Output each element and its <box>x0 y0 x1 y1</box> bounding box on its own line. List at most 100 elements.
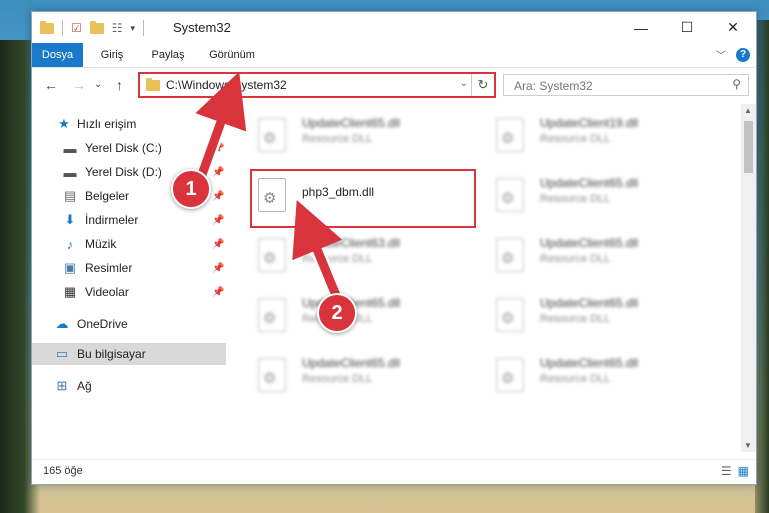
back-button[interactable]: ← <box>44 77 58 93</box>
scroll-up-icon[interactable]: ▲ <box>744 106 752 115</box>
details-view-icon[interactable]: ☰ <box>721 464 732 478</box>
folder-icon <box>146 78 160 91</box>
properties-check-icon[interactable]: ☑ <box>71 21 82 35</box>
ribbon-tabs: Dosya Giriş Paylaş Görünüm ﹀ ? <box>32 43 756 68</box>
drive-icon: ▬ <box>63 140 77 156</box>
help-icon[interactable]: ? <box>736 47 750 62</box>
minimize-button[interactable]: — <box>618 12 664 43</box>
new-folder-icon[interactable] <box>89 20 104 34</box>
maximize-button[interactable]: ☐ <box>664 12 710 43</box>
file-item[interactable]: UpdateClient63.dll Resource DLL <box>252 232 452 278</box>
sidebar-item-music[interactable]: ♪ Müzik 📌 <box>32 233 226 255</box>
dll-file-icon <box>496 238 524 272</box>
pin-icon[interactable]: 📌 <box>212 239 224 250</box>
sidebar-item-label: İndirmeler <box>85 213 139 227</box>
vertical-scrollbar[interactable]: ▲ ▼ <box>741 104 756 452</box>
file-type: Resource DLL <box>540 253 611 265</box>
pin-icon[interactable]: 📌 <box>212 143 224 154</box>
sidebar-item-videos[interactable]: ▦ Videolar 📌 <box>32 281 226 303</box>
pin-icon[interactable]: 📌 <box>212 215 224 226</box>
close-button[interactable]: ✕ <box>710 12 756 43</box>
highlight-box-file <box>250 169 476 228</box>
dll-file-icon <box>258 238 286 272</box>
up-button[interactable]: ↑ <box>116 77 123 93</box>
file-item[interactable]: UpdateClient65.dll Resource DLL <box>252 352 452 398</box>
pin-icon[interactable]: 📌 <box>212 167 224 178</box>
sidebar-item-label: Ağ <box>77 379 92 393</box>
scroll-down-icon[interactable]: ▼ <box>744 441 752 450</box>
sidebar-item-network[interactable]: ⊞ Ağ <box>32 375 226 397</box>
address-bar[interactable]: C:\Windows\System32 ⌄ ↻ <box>138 72 496 98</box>
recent-locations-icon[interactable]: ⌄ <box>94 79 102 90</box>
file-type: Resource DLL <box>540 133 611 145</box>
music-icon: ♪ <box>66 236 74 252</box>
dll-file-icon <box>258 358 286 392</box>
search-icon[interactable]: ⚲ <box>732 77 741 91</box>
sidebar-item-onedrive[interactable]: ☁ OneDrive <box>32 313 226 335</box>
forward-button[interactable]: → <box>72 77 86 93</box>
pin-icon[interactable]: 📌 <box>212 263 224 274</box>
expand-ribbon-chevron-icon[interactable]: ﹀ <box>716 47 726 62</box>
file-name: UpdateClient65.dll <box>540 176 639 190</box>
tab-share[interactable]: Paylaş <box>146 43 190 67</box>
address-dropdown-icon[interactable]: ⌄ <box>460 78 468 89</box>
tab-view[interactable]: Görünüm <box>204 43 260 67</box>
search-box[interactable]: ⚲ <box>503 74 749 96</box>
file-name: UpdateClient65.dll <box>302 116 401 130</box>
pictures-icon: ▣ <box>63 260 77 275</box>
dll-file-icon <box>496 298 524 332</box>
large-icons-view-icon[interactable]: ▦ <box>738 464 749 478</box>
sidebar-item-label: Bu bilgisayar <box>77 347 146 361</box>
ribbon-controls: ﹀ ? <box>716 47 750 62</box>
sidebar-item-label: Videolar <box>85 285 129 299</box>
tab-home[interactable]: Giriş <box>90 43 134 67</box>
status-bar: 165 öğe ☰ ▦ <box>32 459 756 484</box>
sidebar-item-pictures[interactable]: ▣ Resimler 📌 <box>32 257 226 279</box>
window-title: System32 <box>173 20 231 35</box>
toolbar-divider <box>62 20 63 36</box>
file-type: Resource DLL <box>302 253 373 265</box>
sidebar-item-label: OneDrive <box>77 317 128 331</box>
sidebar-item-label: Müzik <box>85 237 117 251</box>
file-name: UpdateClient19.dll <box>540 116 639 130</box>
dll-file-icon <box>496 178 524 212</box>
sidebar-item-label: Belgeler <box>85 189 130 203</box>
step-badge-1: 1 <box>171 169 211 209</box>
search-input[interactable] <box>512 78 726 94</box>
file-type: Resource DLL <box>540 313 611 325</box>
star-icon: ★ <box>58 116 70 131</box>
folder-icon <box>40 20 54 34</box>
sidebar-item-quick-access[interactable]: ★ Hızlı erişim <box>32 113 226 135</box>
file-item[interactable]: UpdateClient65.dll Resource DLL <box>490 232 690 278</box>
desktop-palm-right <box>755 20 769 513</box>
tab-file[interactable]: Dosya <box>32 43 83 67</box>
window-controls: — ☐ ✕ <box>618 12 756 43</box>
scrollbar-thumb[interactable] <box>744 121 753 173</box>
file-item[interactable]: UpdateClient65.dll Resource DLL <box>490 352 690 398</box>
file-name: UpdateClient65.dll <box>302 356 401 370</box>
sidebar-item-downloads[interactable]: ⬇ İndirmeler 📌 <box>32 209 226 231</box>
pin-icon[interactable]: 📌 <box>212 191 224 202</box>
file-type: Resource DLL <box>540 193 611 205</box>
file-type: Resource DLL <box>540 373 611 385</box>
explorer-window: ☑ ☷ ▾ System32 — ☐ ✕ Dosya Giriş Paylaş … <box>31 11 757 485</box>
file-item[interactable]: UpdateClient65.dll Resource DLL <box>490 292 690 338</box>
customize-toolbar-dropdown-icon[interactable]: ▾ <box>131 23 136 34</box>
sidebar-item-local-disk-c[interactable]: ▬ Yerel Disk (C:) 📌 <box>32 137 226 159</box>
documents-icon: ▤ <box>63 188 77 203</box>
refresh-button[interactable]: ↻ <box>471 74 494 96</box>
step-badge-2: 2 <box>317 293 357 333</box>
file-item[interactable]: UpdateClient65.dll Resource DLL <box>490 172 690 218</box>
file-item[interactable]: UpdateClient65.dll Resource DLL <box>252 112 452 158</box>
dll-file-icon <box>258 118 286 152</box>
properties-icon[interactable]: ☷ <box>112 21 123 35</box>
file-name: UpdateClient65.dll <box>540 236 639 250</box>
dll-file-icon <box>496 118 524 152</box>
navigation-bar: ← → ⌄ ↑ C:\Windows\System32 ⌄ ↻ ⚲ <box>32 68 756 102</box>
pin-icon[interactable]: 📌 <box>212 287 224 298</box>
file-item[interactable]: UpdateClient19.dll Resource DLL <box>490 112 690 158</box>
sidebar-item-this-pc[interactable]: ▭ Bu bilgisayar <box>32 343 226 365</box>
address-path[interactable]: C:\Windows\System32 <box>166 78 287 92</box>
dll-file-icon <box>258 298 286 332</box>
computer-icon: ▭ <box>55 346 69 361</box>
